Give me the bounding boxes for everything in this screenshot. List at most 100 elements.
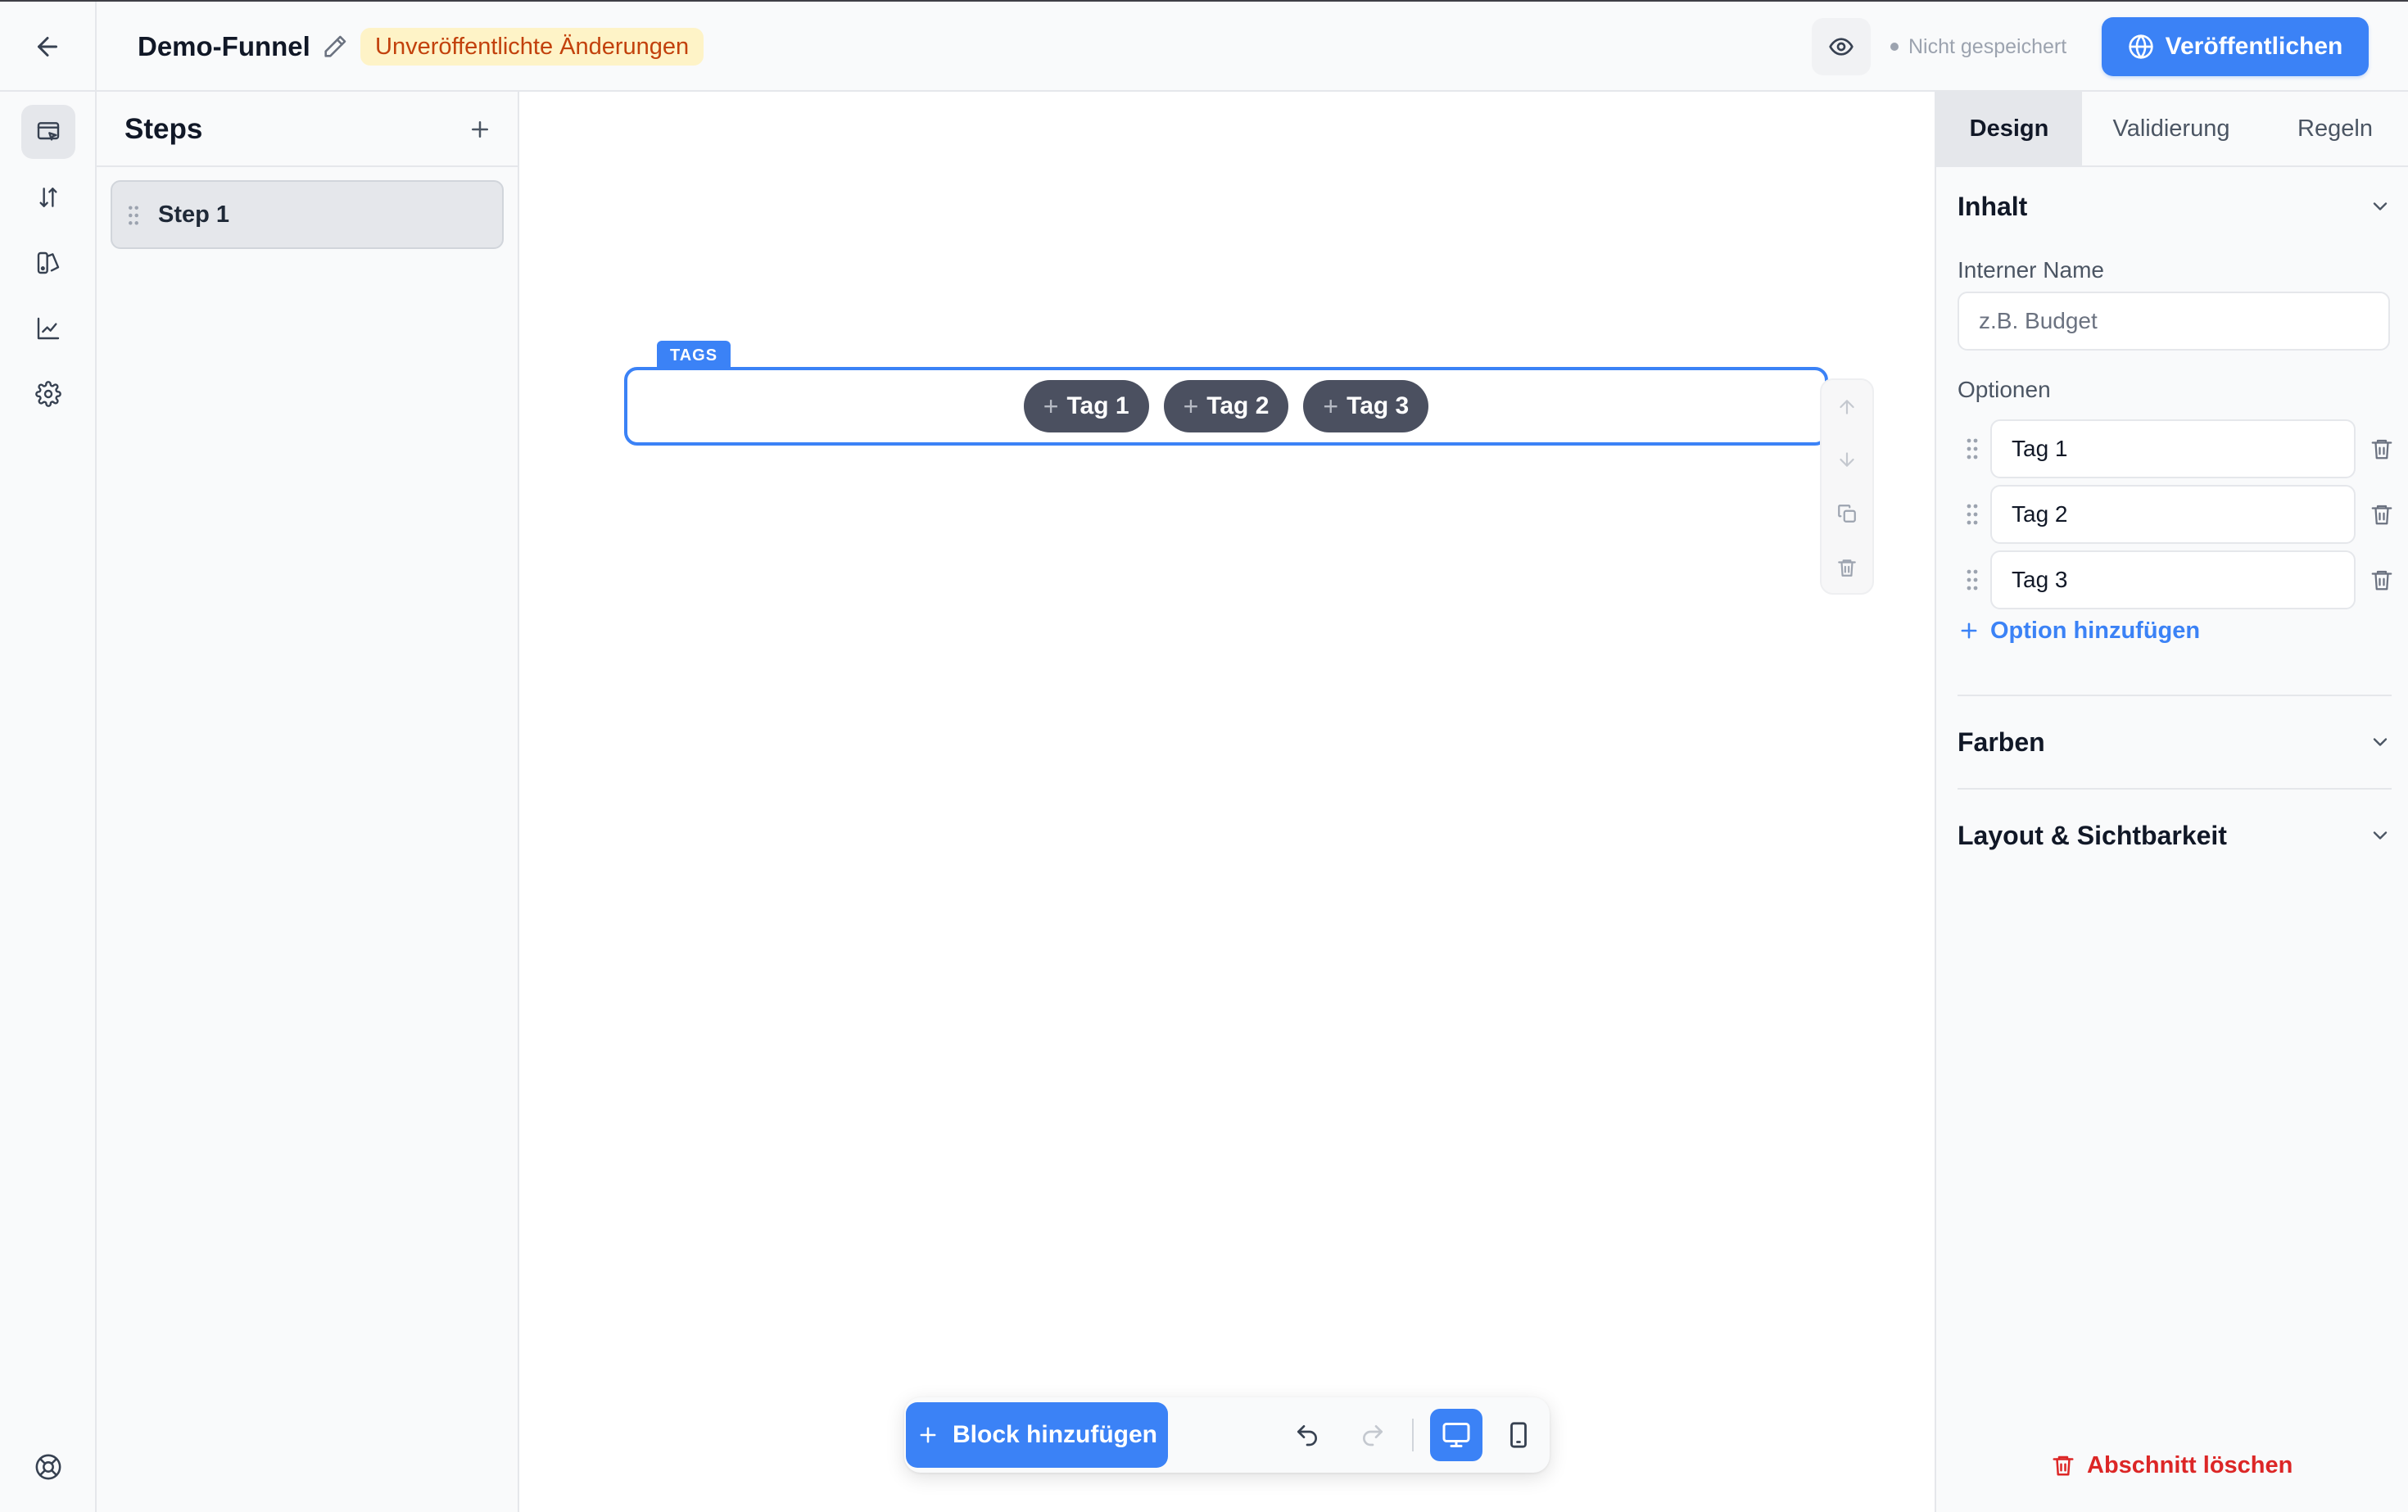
trash-icon: [2371, 505, 2392, 525]
redo-button[interactable]: [1348, 1410, 1397, 1460]
drag-handle-icon[interactable]: [127, 205, 140, 226]
preview-button[interactable]: [1812, 18, 1871, 75]
rail-sort-button[interactable]: [21, 170, 75, 224]
undo-icon: [1297, 1425, 1317, 1446]
drag-handle-icon[interactable]: [1966, 503, 1979, 526]
option-input[interactable]: [1990, 485, 2356, 544]
content-section-header[interactable]: Inhalt: [1958, 182, 2392, 231]
internal-name-label: Interner Name: [1958, 257, 2104, 283]
plus-icon: [472, 121, 488, 138]
sort-icon: [39, 188, 57, 207]
options-label: Optionen: [1958, 377, 2051, 402]
undo-button[interactable]: [1283, 1410, 1332, 1460]
tag-chip[interactable]: + Tag 2: [1163, 380, 1289, 432]
tag-label: Tag 2: [1206, 392, 1270, 419]
block-type-label: TAGS: [657, 341, 731, 370]
delete-option-button[interactable]: [2367, 565, 2397, 595]
rail-analytics-button[interactable]: [21, 301, 75, 355]
save-status: Nicht gespeichert: [1890, 2, 2066, 92]
chevron-down-icon: [2373, 202, 2388, 211]
layout-section-header[interactable]: Layout & Sichtbarkeit: [1958, 811, 2392, 860]
settings-panel: Design Validierung Regeln Inhalt Interne…: [1935, 92, 2408, 1512]
tag-chip[interactable]: + Tag 1: [1023, 380, 1149, 432]
trash-icon: [1838, 559, 1856, 577]
unsaved-changes-badge: Unveröffentlichte Änderungen: [360, 28, 704, 66]
option-row: [1958, 485, 2392, 544]
move-up-button[interactable]: [1822, 382, 1872, 432]
arrow-down-icon: [1840, 452, 1854, 467]
add-option-label: Option hinzufügen: [1990, 617, 2201, 644]
tab-validation[interactable]: Validierung: [2082, 92, 2261, 165]
tag-label: Tag 3: [1347, 392, 1410, 419]
block-actions: [1820, 378, 1874, 595]
publish-button[interactable]: Veröffentlichen: [2102, 17, 2369, 76]
desktop-icon: [1442, 1423, 1470, 1447]
trash-icon: [2053, 1455, 2074, 1476]
left-icon-rail: [0, 92, 97, 1512]
back-button[interactable]: [0, 2, 97, 92]
status-dot: [1890, 43, 1899, 51]
globe-icon: [2128, 34, 2153, 59]
tag-label: Tag 1: [1066, 392, 1129, 419]
step-item-1[interactable]: Step 1: [111, 180, 504, 249]
chevron-down-icon: [2373, 831, 2388, 840]
plus-icon: +: [1043, 391, 1059, 421]
rail-help-button[interactable]: [21, 1440, 75, 1494]
section-title: Layout & Sichtbarkeit: [1958, 820, 2227, 850]
move-down-button[interactable]: [1822, 434, 1872, 485]
option-row: [1958, 550, 2392, 609]
add-option-button[interactable]: Option hinzufügen: [1958, 613, 2200, 649]
trash-icon: [2371, 439, 2392, 459]
option-input[interactable]: [1990, 419, 2356, 478]
plus-icon: +: [1323, 391, 1339, 421]
tab-rules[interactable]: Regeln: [2261, 92, 2408, 165]
funnel-editor-icon: [37, 122, 60, 141]
arrow-left-icon: [38, 37, 57, 57]
chevron-down-icon: [2373, 738, 2388, 746]
delete-block-button[interactable]: [1822, 542, 1872, 593]
add-step-button[interactable]: [462, 111, 498, 147]
top-bar: Demo-Funnel Unveröffentlichte Änderungen…: [0, 2, 2408, 92]
delete-section-label: Abschnitt löschen: [2087, 1451, 2293, 1478]
save-status-text: Nicht gespeichert: [1908, 35, 2067, 58]
theme-icon: [37, 251, 60, 274]
drag-handle-icon[interactable]: [1966, 437, 1979, 460]
analytics-icon: [37, 317, 60, 340]
plus-icon: +: [1183, 391, 1199, 421]
toolbar-divider: [1412, 1419, 1414, 1451]
eye-icon: [1829, 38, 1854, 56]
desktop-view-button[interactable]: [1430, 1409, 1482, 1461]
drag-handle-icon[interactable]: [1966, 568, 1979, 591]
settings-icon: [35, 381, 61, 407]
section-title: Inhalt: [1958, 191, 2028, 221]
colors-section-header[interactable]: Farben: [1958, 718, 2392, 767]
rail-settings-button[interactable]: [21, 367, 75, 421]
trash-icon: [2371, 570, 2392, 591]
bottom-toolbar: Block hinzufügen: [904, 1397, 1550, 1473]
redo-icon: [1363, 1425, 1383, 1446]
duplicate-button[interactable]: [1822, 488, 1872, 539]
arrow-up-icon: [1840, 400, 1854, 414]
pencil-icon[interactable]: [321, 33, 349, 61]
tab-design[interactable]: Design: [1936, 92, 2082, 165]
editor-canvas[interactable]: TAGS + Tag 1 + Tag 2 + Tag 3: [519, 92, 1935, 1512]
mobile-icon: [1510, 1422, 1527, 1448]
delete-option-button[interactable]: [2367, 500, 2397, 529]
rail-editor-button[interactable]: [21, 105, 75, 159]
delete-section-button[interactable]: Abschnitt löschen: [2051, 1445, 2293, 1486]
add-block-button[interactable]: Block hinzufügen: [906, 1402, 1168, 1468]
help-icon: [35, 1454, 61, 1480]
tag-chip[interactable]: + Tag 3: [1303, 380, 1429, 432]
delete-option-button[interactable]: [2367, 434, 2397, 464]
internal-name-input[interactable]: [1958, 292, 2390, 351]
option-input[interactable]: [1990, 550, 2356, 609]
section-divider: [1958, 788, 2392, 790]
mobile-view-button[interactable]: [1492, 1409, 1545, 1461]
publish-label: Veröffentlichen: [2165, 33, 2343, 60]
section-divider: [1958, 695, 2392, 696]
rail-theme-button[interactable]: [21, 236, 75, 290]
plus-icon: [920, 1427, 936, 1443]
add-block-label: Block hinzufügen: [953, 1421, 1157, 1448]
settings-tabs: Design Validierung Regeln: [1936, 92, 2408, 167]
tags-block[interactable]: + Tag 1 + Tag 2 + Tag 3: [624, 367, 1828, 446]
